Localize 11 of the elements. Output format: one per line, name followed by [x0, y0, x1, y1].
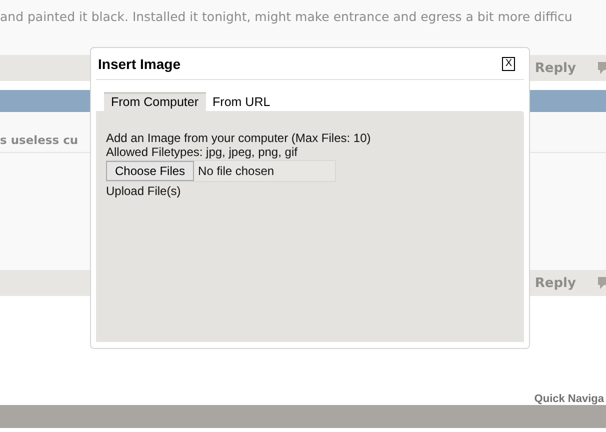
upload-label: Upload File(s) — [106, 184, 182, 198]
upload-info-text: Allowed Filetypes: jpg, jpeg, png, gif — [106, 145, 298, 159]
file-status-text: No file chosen — [198, 164, 274, 178]
close-button[interactable]: X — [502, 56, 515, 70]
quick-navigation-link[interactable]: Quick Naviga — [534, 393, 604, 405]
choose-files-button[interactable]: Choose Files — [106, 160, 194, 180]
upload-info-text: Add an Image from your computer (Max Files: 10) — [106, 131, 372, 145]
post-text: and painted it black. Installed it tonight, might make entrance and egress a bit more difficu — [0, 9, 574, 24]
file-input[interactable]: Choose Files No file chosen — [106, 160, 336, 182]
dialog-tab[interactable]: From Computer — [104, 92, 206, 111]
dialog-title: Insert Image — [98, 56, 180, 72]
